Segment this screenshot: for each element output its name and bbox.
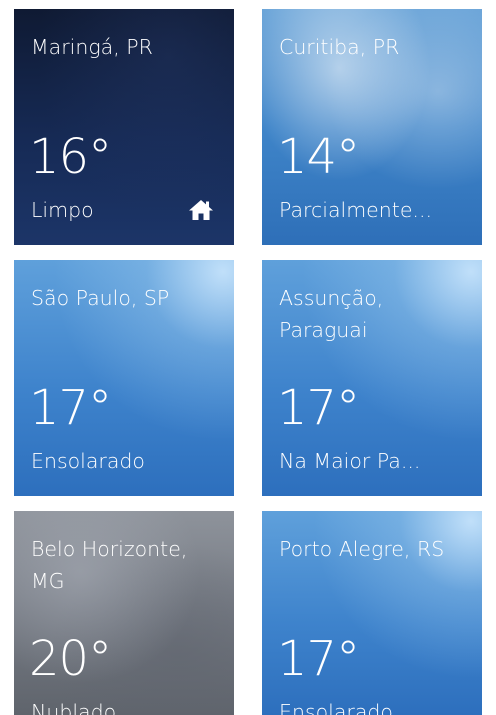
condition: Na Maior Pa... <box>279 449 421 473</box>
temperature: 16° <box>29 129 112 185</box>
condition: Ensolarado <box>31 449 145 473</box>
temperature: 17° <box>277 380 360 436</box>
city-tile-assuncao[interactable]: Assunção, Paraguai 17° Na Maior Pa... <box>262 260 482 496</box>
temperature: 14° <box>277 129 360 185</box>
city-name: Porto Alegre, RS <box>279 537 445 561</box>
city-tile-belo-horizonte[interactable]: Belo Horizonte, MG 20° Nublado <box>14 511 234 715</box>
weather-favorites-grid: Maringá, PR 16° Limpo Curitiba, PR 14° P… <box>0 0 496 715</box>
city-tile-sao-paulo[interactable]: São Paulo, SP 17° Ensolarado <box>14 260 234 496</box>
temperature: 20° <box>29 631 112 687</box>
temperature: 17° <box>29 380 112 436</box>
city-name: Belo Horizonte, MG <box>31 537 188 593</box>
city-name: Maringá, PR <box>31 35 153 59</box>
city-tile-porto-alegre[interactable]: Porto Alegre, RS 17° Ensolarado <box>262 511 482 715</box>
condition: Parcialmente... <box>279 198 432 222</box>
city-name: Assunção, Paraguai <box>279 286 384 342</box>
city-name: Curitiba, PR <box>279 35 400 59</box>
condition: Ensolarado <box>279 700 393 715</box>
condition: Nublado <box>31 700 117 715</box>
temperature: 17° <box>277 631 360 687</box>
home-icon <box>189 200 213 220</box>
city-tile-maringa[interactable]: Maringá, PR 16° Limpo <box>14 9 234 245</box>
condition: Limpo <box>31 198 94 222</box>
city-tile-curitiba[interactable]: Curitiba, PR 14° Parcialmente... <box>262 9 482 245</box>
city-name: São Paulo, SP <box>31 286 170 310</box>
